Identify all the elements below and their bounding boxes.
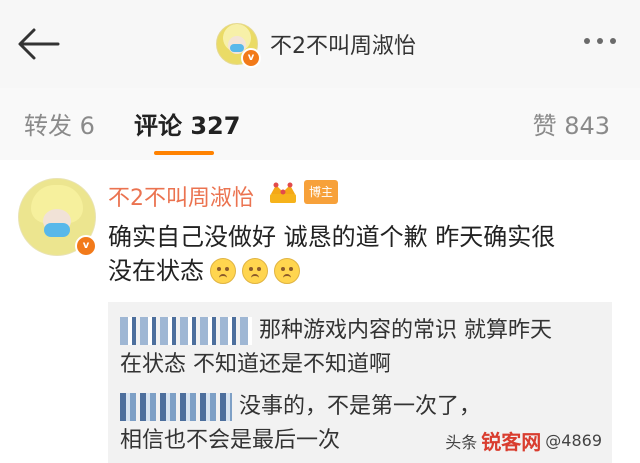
- verified-badge-icon: v: [241, 48, 261, 68]
- more-dot: [597, 38, 603, 44]
- crown-icon: [270, 182, 296, 203]
- reply-thread-box: 那种游戏内容的常识 就算昨天 在状态 不知道还是不知道啊 没事的，不是第一次了，…: [108, 302, 612, 463]
- top-bar: v 不2不叫周淑怡: [0, 0, 640, 89]
- comment-avatar[interactable]: v: [18, 178, 97, 257]
- redacted-username-block: [120, 393, 232, 421]
- reply-2-line-1: 没事的，不是第一次了，: [239, 394, 482, 419]
- sad-face-icon: [242, 258, 268, 284]
- avatar[interactable]: v: [216, 23, 261, 68]
- comment-username[interactable]: 不2不叫周淑怡: [108, 180, 254, 212]
- page-title[interactable]: 不2不叫周淑怡: [270, 28, 416, 60]
- page-title-wrap: v 不2不叫周淑怡: [216, 22, 416, 68]
- watermark: 头条 锐客网 @4869: [445, 426, 602, 455]
- comment-card: v 不2不叫周淑怡 博主 确实自己没做好 诚恳的道个歉 昨天确实很 没在状态 那…: [0, 160, 640, 463]
- reply-1-line-1-wrap: 那种游戏内容的常识 就算昨天: [120, 314, 600, 348]
- comment-text-line-1: 确实自己没做好 诚恳的道个歉 昨天确实很: [108, 223, 556, 251]
- comment-text: 确实自己没做好 诚恳的道个歉 昨天确实很 没在状态: [108, 220, 608, 288]
- avatar-mask: [230, 44, 244, 52]
- tab-comment[interactable]: 评论 327: [134, 106, 240, 141]
- sad-face-icon: [274, 258, 300, 284]
- watermark-handle: @4869: [545, 431, 602, 450]
- active-tab-indicator: [154, 151, 214, 155]
- verified-badge-icon: v: [75, 235, 97, 257]
- tab-bar: 转发 6 评论 327 赞 843: [0, 88, 640, 161]
- more-icon[interactable]: [584, 38, 616, 44]
- reply-2-line-1-wrap: 没事的，不是第一次了，: [120, 390, 600, 424]
- reply-1-line-2: 在状态 不知道还是不知道啊: [120, 352, 391, 377]
- more-dot: [610, 38, 616, 44]
- sad-face-icon: [210, 258, 236, 284]
- avatar-mask: [44, 223, 70, 237]
- tab-repost[interactable]: 转发 6: [24, 106, 95, 141]
- watermark-platform: 头条: [445, 432, 478, 452]
- back-arrow-icon[interactable]: [14, 26, 62, 62]
- author-tag: 博主: [304, 180, 338, 204]
- comment-text-line-2: 没在状态: [108, 257, 204, 285]
- comment-text-line-2-wrap: 没在状态: [108, 254, 608, 288]
- tab-like[interactable]: 赞 843: [533, 106, 610, 141]
- more-dot: [584, 38, 590, 44]
- redacted-username-block: [120, 317, 252, 345]
- watermark-brand: 锐客网: [481, 430, 542, 454]
- reply-1-line-1: 那种游戏内容的常识 就算昨天: [259, 318, 552, 343]
